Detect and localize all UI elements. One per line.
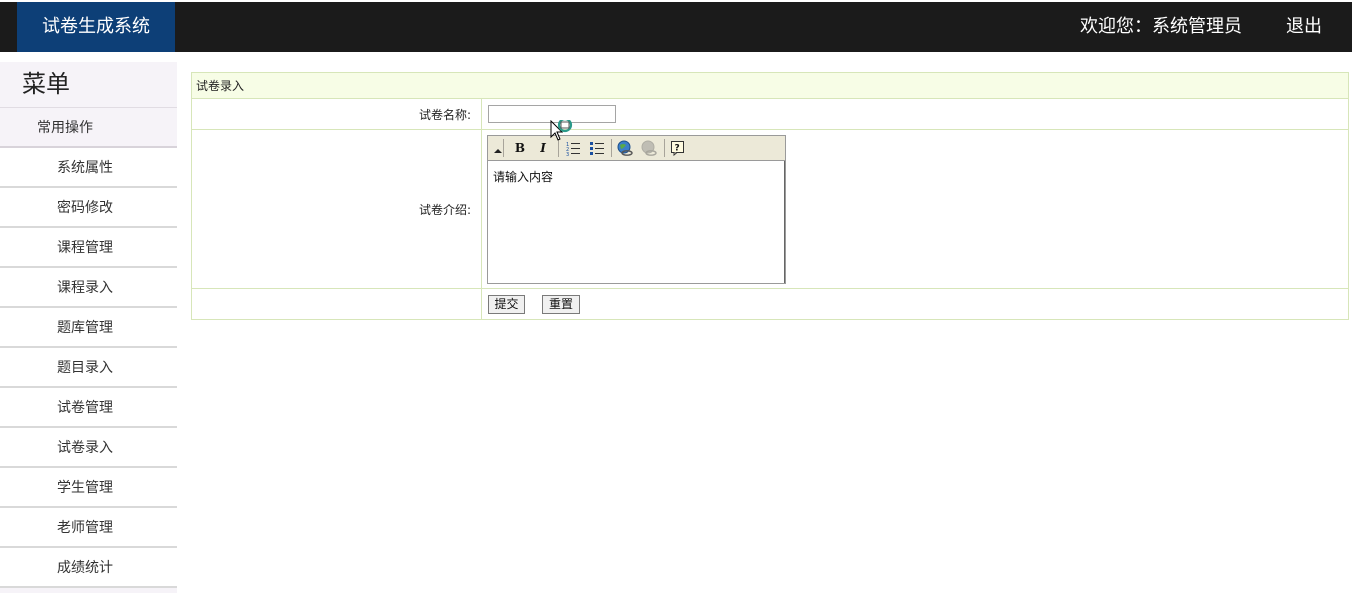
form-row-name: 试卷名称: xyxy=(192,99,1348,130)
sidebar-item-paper-entry[interactable]: 试卷录入 xyxy=(0,428,177,468)
panel-title: 试卷录入 xyxy=(192,73,1348,99)
rich-text-editor: B I 123 ? 请输入内容 xyxy=(487,135,786,284)
unordered-list-icon[interactable] xyxy=(588,140,606,156)
bold-icon[interactable]: B xyxy=(511,140,529,156)
editor-toolbar: B I 123 ? xyxy=(488,136,785,161)
logout-link[interactable]: 退出 xyxy=(1286,2,1322,52)
mouse-cursor-icon xyxy=(550,117,576,150)
toolbar-separator xyxy=(611,139,612,157)
sidebar-item-course-entry[interactable]: 课程录入 xyxy=(0,268,177,308)
collapse-icon[interactable] xyxy=(489,140,507,156)
sidebar-item-course-management[interactable]: 课程管理 xyxy=(0,228,177,268)
app-title: 试卷生成系统 xyxy=(17,2,175,52)
svg-text:?: ? xyxy=(675,144,680,154)
buttons-label-cell xyxy=(192,289,482,319)
intro-label: 试卷介绍: xyxy=(192,130,482,288)
reset-button[interactable]: 重置 xyxy=(542,295,580,314)
sidebar-item-password[interactable]: 密码修改 xyxy=(0,188,177,228)
remove-link-icon[interactable] xyxy=(640,140,658,156)
form-row-intro: 试卷介绍: B I 123 ? 请输入内容 xyxy=(192,130,1348,289)
sidebar-item-system-properties[interactable]: 系统属性 xyxy=(0,148,177,188)
editor-content[interactable]: 请输入内容 xyxy=(488,161,785,283)
menu-title: 菜单 xyxy=(0,62,177,108)
menu-group-common[interactable]: 常用操作 xyxy=(0,108,177,148)
sidebar-item-paper-management[interactable]: 试卷管理 xyxy=(0,388,177,428)
insert-link-icon[interactable] xyxy=(616,140,634,156)
svg-text:3: 3 xyxy=(566,152,569,156)
toolbar-separator xyxy=(664,139,665,157)
welcome-text: 欢迎您：系统管理员 xyxy=(1080,16,1242,37)
help-icon[interactable]: ? xyxy=(669,140,687,157)
top-bar: 试卷生成系统 欢迎您：系统管理员 退出 xyxy=(0,2,1352,52)
sidebar-item-question-entry[interactable]: 题目录入 xyxy=(0,348,177,388)
menu-list: 系统属性 密码修改 课程管理 课程录入 题库管理 题目录入 试卷管理 试卷录入 … xyxy=(0,148,177,588)
submit-button[interactable]: 提交 xyxy=(488,295,525,314)
sidebar: 菜单 常用操作 系统属性 密码修改 课程管理 课程录入 题库管理 题目录入 试卷… xyxy=(0,62,177,593)
sidebar-item-student-management[interactable]: 学生管理 xyxy=(0,468,177,508)
sidebar-item-score-statistics[interactable]: 成绩统计 xyxy=(0,548,177,588)
paper-entry-panel: 试卷录入 试卷名称: 试卷介绍: B I 123 ? 请输入内容 提交 重置 xyxy=(191,72,1349,320)
form-row-buttons: 提交 重置 xyxy=(192,289,1348,319)
name-label: 试卷名称: xyxy=(192,99,482,129)
sidebar-item-question-bank[interactable]: 题库管理 xyxy=(0,308,177,348)
sidebar-item-teacher-management[interactable]: 老师管理 xyxy=(0,508,177,548)
toolbar-separator xyxy=(503,139,504,157)
